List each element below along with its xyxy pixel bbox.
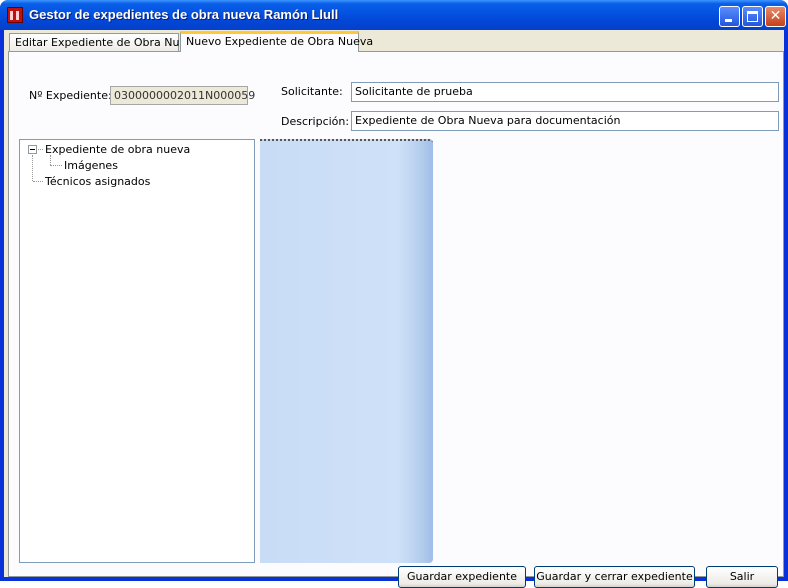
- close-icon: ✕: [769, 8, 782, 24]
- collapse-toggle-icon[interactable]: [28, 145, 37, 154]
- tree-connector: [50, 165, 62, 166]
- tree-node-tecnicos[interactable]: Técnicos asignados: [45, 175, 150, 188]
- detail-panel[interactable]: [260, 139, 433, 563]
- maximize-button[interactable]: [742, 6, 763, 27]
- tree-connector: [32, 155, 33, 181]
- tree-connector: [50, 155, 51, 165]
- tree-connector: [38, 149, 43, 150]
- tree-connector: [33, 181, 43, 182]
- minimize-button[interactable]: [719, 6, 740, 27]
- maximize-icon: [747, 11, 758, 22]
- solicitante-label: Solicitante:: [281, 85, 343, 98]
- solicitante-input[interactable]: Solicitante de prueba: [351, 82, 779, 102]
- tab-nuevo-expediente[interactable]: Nuevo Expediente de Obra Nueva: [180, 31, 373, 52]
- minimize-icon: [725, 19, 732, 22]
- app-window: Gestor de expedientes de obra nueva Ramó…: [0, 0, 788, 588]
- expediente-number-label: Nº Expediente:: [29, 89, 112, 102]
- expediente-tree[interactable]: Expediente de obra nueva Imágenes Técnic…: [19, 139, 255, 563]
- tree-node-imagenes[interactable]: Imágenes: [64, 159, 118, 172]
- app-icon[interactable]: [7, 7, 23, 23]
- exit-button[interactable]: Salir: [706, 566, 778, 588]
- expediente-number-field: 0300000002011N000059: [110, 86, 255, 105]
- tree-node-expediente[interactable]: Expediente de obra nueva: [45, 143, 190, 156]
- descripcion-input[interactable]: Expediente de Obra Nueva para documentac…: [351, 111, 779, 131]
- tab-panel-nuevo-expediente: Nº Expediente: 0300000002011N000059 Soli…: [8, 51, 784, 588]
- window-client-area: Editar Expediente de Obra Nueva Nuevo Ex…: [4, 30, 784, 588]
- descripcion-label: Descripción:: [281, 115, 350, 128]
- save-button[interactable]: Guardar expediente: [398, 566, 526, 588]
- tab-editar-expediente[interactable]: Editar Expediente de Obra Nueva: [9, 33, 200, 52]
- title-bar[interactable]: Gestor de expedientes de obra nueva Ramó…: [0, 0, 788, 30]
- save-and-close-button[interactable]: Guardar y cerrar expediente: [534, 566, 695, 588]
- window-title: Gestor de expedientes de obra nueva Ramó…: [29, 7, 339, 22]
- close-button[interactable]: ✕: [765, 6, 786, 27]
